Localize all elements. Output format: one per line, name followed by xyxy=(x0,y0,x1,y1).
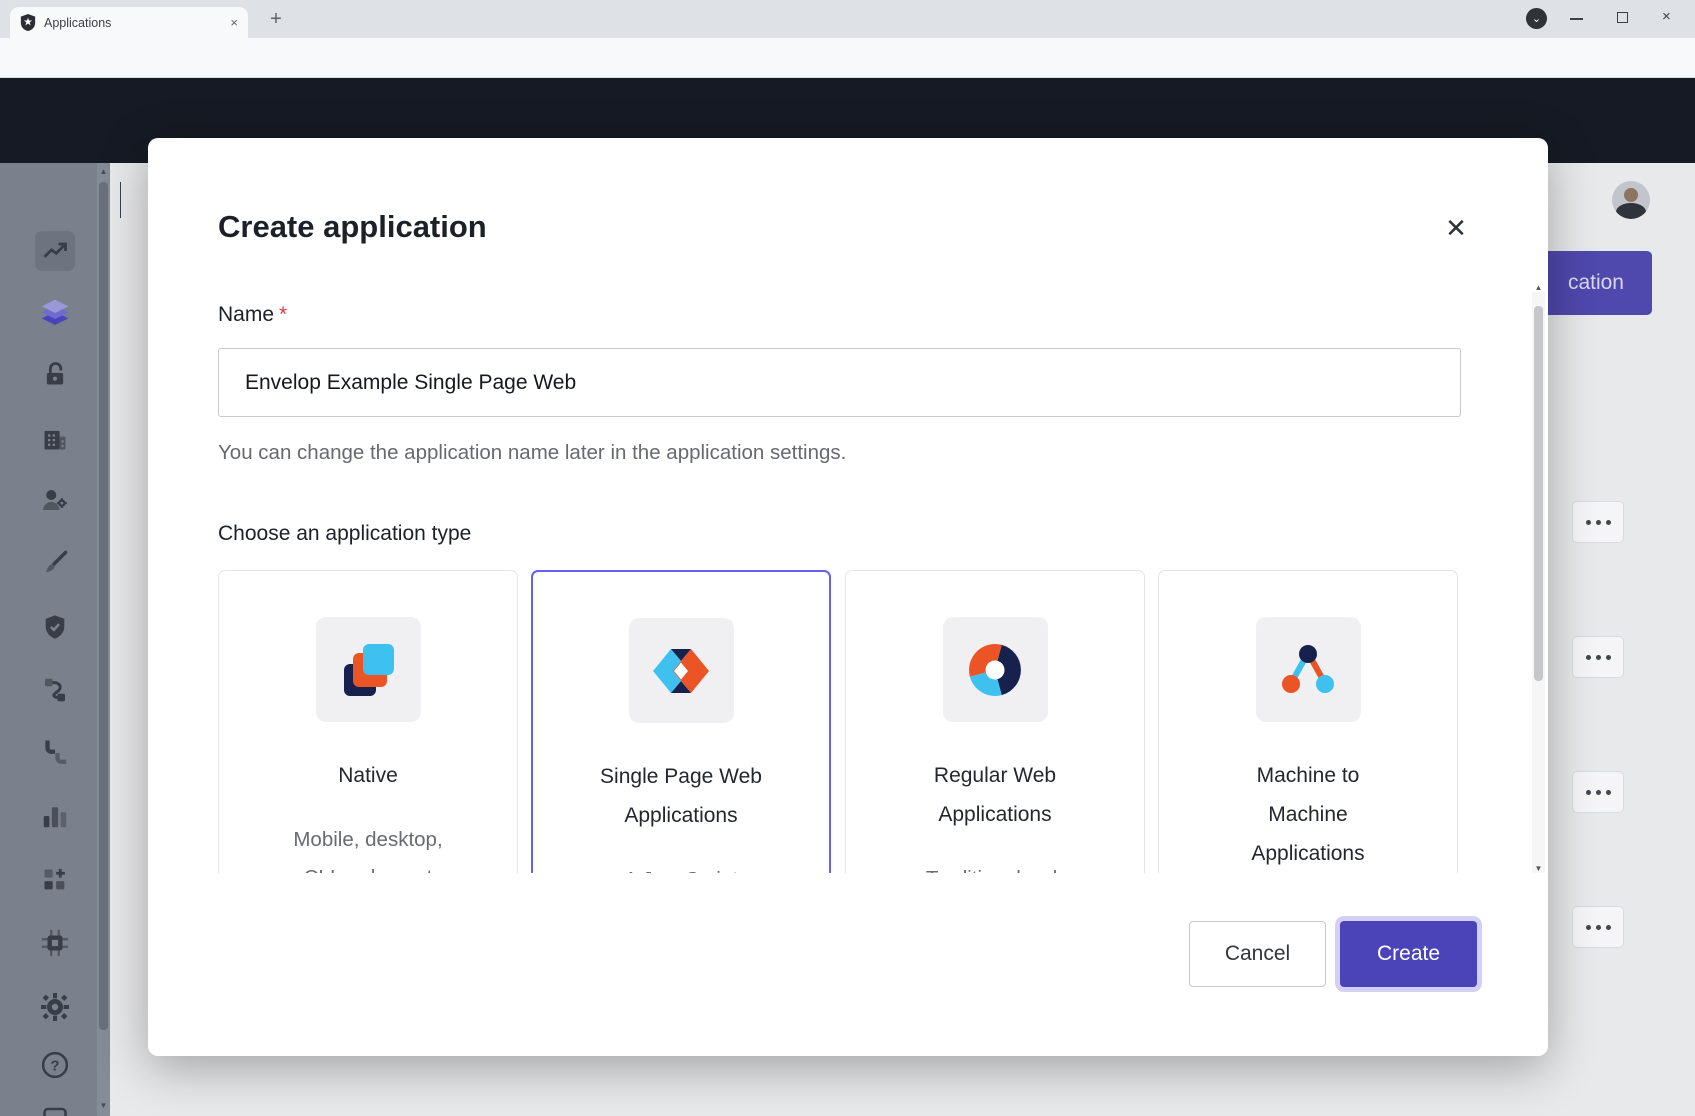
sidebar-item-monitoring[interactable] xyxy=(35,796,75,836)
sidebar-item-extensions[interactable] xyxy=(35,923,75,963)
card-title: Machine to Machine Applications xyxy=(1251,756,1364,873)
new-tab-button[interactable]: + xyxy=(262,5,290,33)
native-icon xyxy=(316,617,421,722)
modal-title: Create application xyxy=(218,209,487,245)
modal-scroll-down-icon[interactable]: ▼ xyxy=(1532,864,1545,873)
row-menu-button[interactable] xyxy=(1572,501,1624,543)
tab-close-icon[interactable]: × xyxy=(230,15,238,30)
chip-icon xyxy=(40,928,70,958)
sidebar-item-authentication[interactable] xyxy=(35,354,75,394)
bar-chart-icon xyxy=(40,801,70,831)
sidebar-item-applications[interactable] xyxy=(35,293,75,333)
card-description: A JavaScript xyxy=(624,861,738,873)
help-circle-icon: ? xyxy=(40,1050,70,1080)
grid-plus-icon xyxy=(41,866,69,894)
sidebar-item-security[interactable] xyxy=(35,607,75,647)
browser-tab[interactable]: Applications × xyxy=(10,7,248,38)
chrome-profile-chevron-icon[interactable]: ⌄ xyxy=(1526,8,1547,29)
trending-up-icon xyxy=(41,237,69,265)
card-native[interactable]: Native Mobile, desktop, CLI and smart xyxy=(218,570,518,873)
card-title: Single Page Web Applications xyxy=(600,757,762,835)
shield-check-icon xyxy=(41,613,69,641)
row-menu-button[interactable] xyxy=(1572,771,1624,813)
card-title: Regular Web Applications xyxy=(934,756,1056,834)
name-help-text: You can change the application name late… xyxy=(218,441,846,465)
create-application-button-label: cation xyxy=(1568,271,1624,295)
required-asterisk: * xyxy=(279,303,287,326)
user-avatar[interactable] xyxy=(1612,181,1650,219)
avatar-shoulders xyxy=(1616,203,1646,219)
modal-scroll-up-icon[interactable]: ▲ xyxy=(1532,283,1545,292)
sidebar-item-organizations[interactable] xyxy=(35,419,75,459)
card-description: Mobile, desktop, CLI and smart xyxy=(293,821,442,873)
regular-web-icon xyxy=(943,617,1048,722)
window-maximize-button[interactable] xyxy=(1617,12,1628,23)
scroll-down-arrow-icon[interactable]: ▼ xyxy=(97,1101,110,1110)
svg-text:?: ? xyxy=(50,1058,59,1075)
avatar-head xyxy=(1624,188,1638,202)
sidebar-item-activity[interactable] xyxy=(35,231,75,271)
window-close-button[interactable]: × xyxy=(1662,8,1671,25)
actions-flow-icon xyxy=(40,675,70,705)
window-minimize-button[interactable] xyxy=(1570,18,1583,20)
sidebar-item-marketplace[interactable] xyxy=(35,860,75,900)
tab-title: Applications xyxy=(44,16,230,30)
row-menu-button[interactable] xyxy=(1572,906,1624,948)
user-gear-icon xyxy=(40,485,70,515)
modal-scrollbar-thumb[interactable] xyxy=(1534,306,1543,681)
sidebar-item-branding[interactable] xyxy=(35,543,75,583)
scroll-up-arrow-icon[interactable]: ▲ xyxy=(97,167,110,176)
sidebar-item-actions[interactable] xyxy=(35,670,75,710)
create-button[interactable]: Create xyxy=(1340,921,1477,987)
nav-divider xyxy=(120,182,121,218)
card-title: Native xyxy=(338,756,398,795)
card-single-page-web[interactable]: Single Page Web Applications A JavaScrip… xyxy=(531,570,831,873)
spa-icon xyxy=(629,618,734,723)
machine-to-machine-icon xyxy=(1256,617,1361,722)
application-type-cards: Native Mobile, desktop, CLI and smart xyxy=(148,570,1548,873)
sidebar-item-user-management[interactable] xyxy=(35,480,75,520)
browser-toolbar: ← → ⟳ manage.auth0.com/dashboard/eu/drea… xyxy=(0,38,1695,78)
pipeline-icon xyxy=(40,738,70,768)
browser-tab-strip: Applications × + ⌄ × xyxy=(0,0,1695,38)
auth0-favicon xyxy=(20,14,36,31)
modal-close-icon[interactable]: ✕ xyxy=(1438,210,1474,246)
application-type-label: Choose an application type xyxy=(218,522,471,546)
card-regular-web[interactable]: Regular Web Applications Traditional web xyxy=(845,570,1145,873)
building-icon xyxy=(41,425,69,453)
sidebar-item-get-support[interactable]: ? xyxy=(35,1045,75,1085)
card-machine-to-machine[interactable]: Machine to Machine Applications xyxy=(1158,570,1458,873)
sidebar-item-auth-pipeline[interactable] xyxy=(35,733,75,773)
sidebar-item-roadmap[interactable] xyxy=(35,1096,75,1116)
layers-icon xyxy=(39,297,71,329)
row-menu-button[interactable] xyxy=(1572,636,1624,678)
sidebar-scrollbar-thumb[interactable] xyxy=(99,182,108,1030)
create-application-modal: Create application ✕ Name* You can chang… xyxy=(148,138,1548,1056)
sidebar: ▲ ▼ xyxy=(0,163,110,1116)
gear-icon xyxy=(39,991,71,1023)
unlock-icon xyxy=(41,360,69,388)
paintbrush-icon xyxy=(41,549,69,577)
roadmap-icon xyxy=(41,1106,69,1116)
screen: Applications × + ⌄ × ← → ⟳ manage.auth0.… xyxy=(0,0,1695,1116)
name-label: Name* xyxy=(218,303,287,327)
application-name-input[interactable] xyxy=(218,348,1461,417)
card-description: Traditional web xyxy=(926,860,1064,873)
sidebar-item-settings[interactable] xyxy=(35,987,75,1027)
cancel-button[interactable]: Cancel xyxy=(1189,921,1326,987)
